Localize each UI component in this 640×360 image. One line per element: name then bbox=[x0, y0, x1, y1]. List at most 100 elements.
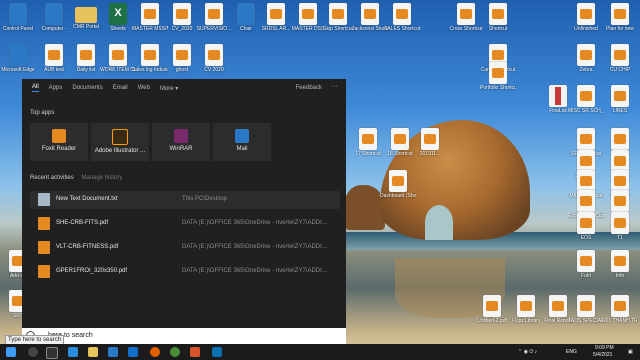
desktop-icon[interactable]: WORK ITEM Component... bbox=[100, 44, 136, 73]
desktop-icon[interactable]: Info bbox=[602, 250, 638, 279]
edge-taskbar-icon[interactable] bbox=[68, 347, 78, 357]
desktop-icon-label: MISC SR SCH_... bbox=[568, 108, 604, 114]
desktop-icon[interactable]: CV_2020 bbox=[164, 3, 200, 32]
firefox-taskbar-icon[interactable] bbox=[150, 347, 160, 357]
top-app-foxit-reader[interactable]: Foxit Reader bbox=[30, 123, 88, 161]
pdf-file-icon bbox=[611, 150, 629, 172]
chrome-taskbar-icon[interactable] bbox=[170, 347, 180, 357]
desktop-icon-label: SRDSL AR... bbox=[261, 26, 291, 32]
desktop-icon[interactable]: Cross Shortcut bbox=[448, 3, 484, 32]
desktop-icon[interactable]: Control Panel bbox=[0, 3, 36, 32]
desktop-icon[interactable]: MASTER MSS/MFO... bbox=[132, 3, 168, 32]
desktop-icon[interactable]: T1 bbox=[602, 212, 638, 241]
desktop-icon-label: 17 Shortcut bbox=[355, 151, 381, 157]
desktop-icon-label: R01 THANH TRUNG bbox=[602, 318, 638, 324]
manage-history-link[interactable]: Manage history bbox=[81, 175, 122, 181]
desktop-icon[interactable]: ghost bbox=[164, 44, 200, 73]
desktop-icon[interactable]: Zebra bbox=[568, 44, 604, 73]
desktop-icon[interactable]: Microsoft Edge bbox=[0, 44, 36, 73]
desktop-icon[interactable]: CMR Portal bbox=[68, 3, 104, 30]
tray-icons[interactable]: ⌃ ◉ ⏻ ♪ bbox=[518, 349, 537, 355]
desktop-icon-label: SALES Shortcut bbox=[384, 26, 420, 32]
desktop-icon-label: ghost bbox=[175, 67, 189, 73]
store-taskbar-icon[interactable] bbox=[128, 347, 138, 357]
desktop-icon[interactable]: 17 Shortcut bbox=[350, 128, 386, 157]
recent-item-name: GPER1FROI_320x350.pdf bbox=[56, 268, 128, 274]
outlook-taskbar-icon[interactable] bbox=[212, 347, 222, 357]
desktop-icon[interactable]: Computer - bbox=[36, 3, 72, 32]
desktop-icon[interactable]: LINES bbox=[602, 85, 638, 114]
desktop-icon[interactable]: I-Lipz Library bbox=[508, 295, 544, 324]
brave-taskbar-icon[interactable] bbox=[190, 347, 200, 357]
desktop-icon-label: MASTER MSS/MFO... bbox=[132, 26, 168, 32]
desktop-icon[interactable]: Sales log Industry... bbox=[132, 44, 168, 73]
tab-more[interactable]: More ▾ bbox=[160, 85, 178, 92]
tab-documents[interactable]: Documents bbox=[72, 85, 102, 91]
pdf-file-icon bbox=[457, 3, 475, 25]
desktop-icon[interactable]: SRDSL AR... bbox=[258, 3, 294, 32]
desktop-icon[interactable]: Daily list bbox=[68, 44, 104, 73]
desktop-icon[interactable]: EOS bbox=[568, 212, 604, 241]
notification-icon[interactable]: ▣ bbox=[628, 349, 633, 355]
file-explorer-taskbar-icon[interactable] bbox=[88, 347, 98, 357]
language-indicator[interactable]: ENG bbox=[566, 349, 577, 355]
desktop-icon[interactable]: CU CHIP bbox=[602, 44, 638, 73]
tab-all[interactable]: All bbox=[32, 84, 39, 92]
desktop-icon[interactable]: TAOS SPECIAL bbox=[568, 295, 604, 324]
cortana-icon[interactable] bbox=[28, 347, 38, 357]
tab-email[interactable]: Email bbox=[113, 85, 128, 91]
desktop-icon-label: Fold bbox=[581, 273, 591, 279]
desktop-icon-label: Sales log Industry... bbox=[132, 67, 168, 73]
desktop-icon[interactable]: 201911... bbox=[412, 128, 448, 157]
windows-start-icon[interactable] bbox=[6, 347, 16, 357]
desktop-icon[interactable]: SALES Shortcut bbox=[384, 3, 420, 32]
pdf-file-icon bbox=[577, 3, 595, 25]
pdf-file-icon bbox=[577, 295, 595, 317]
pdf-file-icon bbox=[489, 3, 507, 25]
desktop-icon[interactable]: Skip Shortcut bbox=[320, 3, 356, 32]
more-options-button[interactable]: ··· bbox=[331, 83, 338, 90]
desktop-icon[interactable]: Fold bbox=[568, 250, 604, 279]
desktop-icon[interactable]: CV 2020 bbox=[196, 44, 232, 73]
desktop-icon-label: WORK ITEM Component... bbox=[100, 67, 136, 73]
tab-web[interactable]: Web bbox=[138, 85, 150, 91]
desktop-icon-label: CV 2020 bbox=[204, 67, 224, 73]
desktop-icon[interactable]: Sheets bbox=[100, 3, 136, 32]
pdf-file-icon bbox=[299, 3, 317, 25]
tile-label: Mail bbox=[236, 146, 248, 152]
recent-item[interactable]: GPER1FROI_320x350.pdf DATA (E:)\OFFICE 3… bbox=[30, 263, 340, 281]
search-box[interactable]: here to search bbox=[22, 328, 346, 344]
top-app-mail[interactable]: Mail bbox=[213, 123, 271, 161]
desktop-icon-label: CMR Portal bbox=[73, 24, 99, 30]
desktop-icon[interactable]: Shortcut bbox=[480, 3, 516, 32]
desktop-icon-label: Portfolio Shortcut bbox=[480, 85, 516, 91]
desktop-icon[interactable]: MISC SR SCH_... bbox=[568, 85, 604, 114]
recent-item-name: New Text Document.txt bbox=[56, 196, 118, 202]
tab-apps[interactable]: Apps bbox=[49, 85, 63, 91]
recent-item[interactable]: New Text Document.txt This PC\Desktop bbox=[30, 191, 340, 209]
mail-taskbar-icon[interactable] bbox=[108, 347, 118, 357]
desktop-icon[interactable]: Dashboard (Shortcut) bbox=[380, 170, 416, 199]
desktop-icon[interactable]: AUB test bbox=[36, 44, 72, 73]
clock-date[interactable]: 5/4/2021 bbox=[593, 352, 612, 358]
clock-time[interactable]: 9:09 PM bbox=[595, 345, 614, 351]
task-view-icon[interactable] bbox=[46, 347, 58, 359]
recent-item[interactable]: VLT-CRB-FITNESS.pdf DATA (E:)\OFFICE 365… bbox=[30, 239, 340, 257]
top-app-winrar[interactable]: WinRAR bbox=[152, 123, 210, 161]
feedback-link[interactable]: Feedback bbox=[296, 85, 322, 91]
top-app-adobe-illustrator[interactable]: Adobe Illustrator ... bbox=[91, 123, 149, 161]
desktop-icon[interactable]: Plan for new bbox=[602, 3, 638, 32]
desktop-icon[interactable]: R01 THANH TRUNG bbox=[602, 295, 638, 324]
desktop-icon[interactable]: SUPERVISIO... bbox=[196, 3, 232, 32]
desktop-icon[interactable]: Jacksonsi Shortcut bbox=[352, 3, 388, 32]
tile-label: Foxit Reader bbox=[41, 146, 77, 152]
desktop-icon[interactable]: Untitled-2.pdf bbox=[474, 295, 510, 324]
pdf-file-icon bbox=[611, 85, 629, 107]
pdf-file-icon bbox=[173, 3, 191, 25]
desktop-icon[interactable]: Portfolio Shortcut bbox=[480, 62, 516, 91]
pdf-file-icon bbox=[205, 3, 223, 25]
pdf-file-icon bbox=[611, 128, 629, 150]
desktop-icon[interactable]: Unfinished bbox=[568, 3, 604, 32]
recent-item[interactable]: SHE-CRB-FITS.pdf DATA (E:)\OFFICE 365\On… bbox=[30, 215, 340, 233]
illustrator-icon bbox=[112, 129, 128, 145]
